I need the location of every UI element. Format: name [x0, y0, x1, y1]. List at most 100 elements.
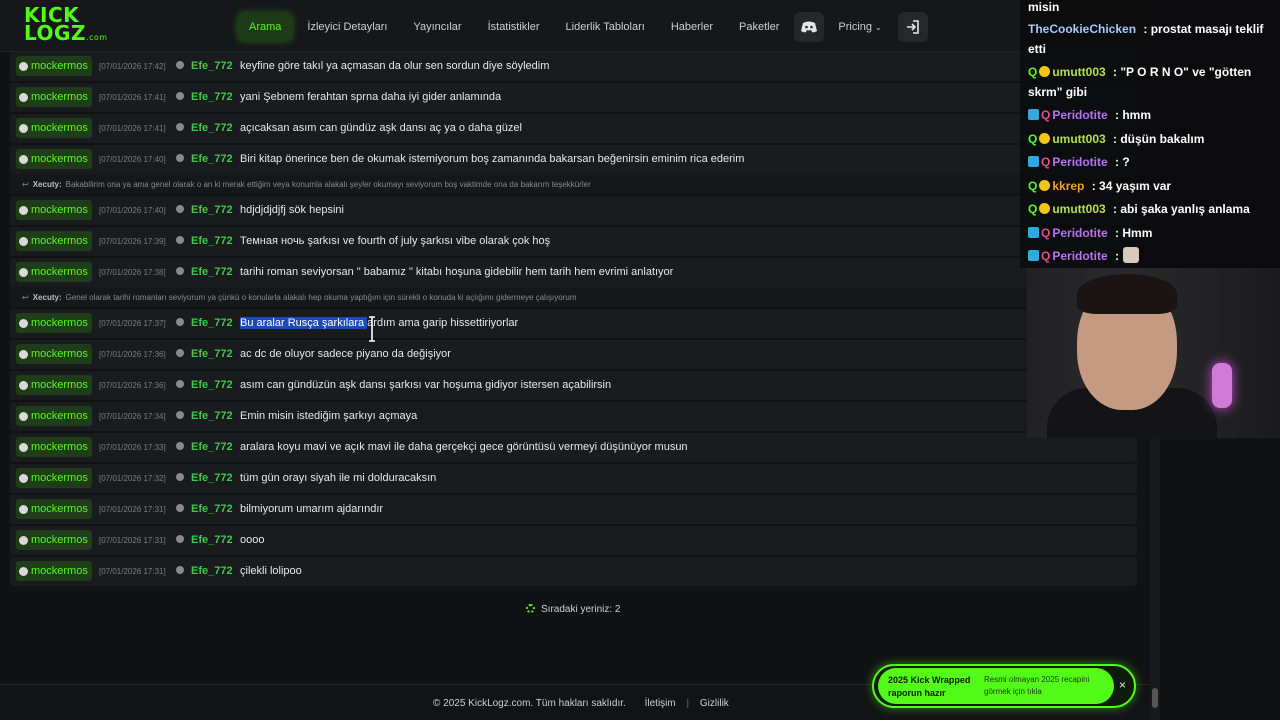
nav-search[interactable]: Arama: [238, 13, 293, 41]
discord-icon: [801, 21, 818, 33]
username[interactable]: Efe_772: [191, 503, 233, 515]
timestamp: [07/01/2026 17:40]: [99, 155, 166, 164]
user-avatar-icon: [176, 123, 184, 131]
channel-badge[interactable]: mockermos: [16, 87, 92, 107]
channel-avatar-icon: [19, 123, 28, 133]
reply-author: Xecuty:: [32, 179, 62, 189]
login-button[interactable]: [897, 12, 928, 42]
q-badge-icon: Q: [1028, 179, 1038, 193]
channel-badge[interactable]: mockermos: [16, 344, 92, 364]
nav-statistics[interactable]: İstatistikler: [477, 13, 551, 41]
message-row: mockermos [07/01/2026 17:31] Efe_772 çil…: [10, 557, 1137, 586]
username[interactable]: Efe_772: [191, 60, 233, 72]
channel-name: mockermos: [31, 266, 88, 278]
channel-badge[interactable]: mockermos: [16, 406, 92, 426]
reply-author: Xecuty:: [32, 292, 62, 302]
nav-news[interactable]: Haberler: [660, 13, 724, 41]
channel-badge[interactable]: mockermos: [16, 56, 92, 76]
timestamp: [07/01/2026 17:38]: [99, 268, 166, 277]
privacy-link[interactable]: Gizlilik: [700, 698, 729, 709]
timestamp: [07/01/2026 17:37]: [99, 319, 166, 328]
warning-badge-icon: [1039, 180, 1051, 191]
username[interactable]: Efe_772: [191, 204, 233, 216]
username[interactable]: Efe_772: [191, 441, 233, 453]
discord-button[interactable]: [794, 12, 825, 42]
message-text: Emin misin istediğim şarkıyı açmaya: [240, 410, 418, 422]
warning-badge-icon: [1039, 66, 1051, 77]
timestamp: [07/01/2026 17:42]: [99, 62, 166, 71]
channel-badge[interactable]: mockermos: [16, 530, 92, 550]
username[interactable]: Efe_772: [191, 472, 233, 484]
channel-badge[interactable]: mockermos: [16, 262, 92, 282]
channel-badge[interactable]: mockermos: [16, 375, 92, 395]
channel-avatar-icon: [19, 349, 28, 359]
message-row: mockermos [07/01/2026 17:39] Efe_772 Тем…: [10, 227, 1137, 256]
nav-leaderboards[interactable]: Liderlik Tabloları: [555, 13, 656, 41]
username[interactable]: Efe_772: [191, 379, 233, 391]
close-icon[interactable]: ×: [1119, 678, 1126, 692]
timestamp: [07/01/2026 17:36]: [99, 350, 166, 359]
channel-name: mockermos: [31, 410, 88, 422]
channel-avatar-icon: [19, 442, 28, 452]
channel-badge[interactable]: mockermos: [16, 118, 92, 138]
username[interactable]: Efe_772: [191, 348, 233, 360]
timestamp: [07/01/2026 17:41]: [99, 124, 166, 133]
username[interactable]: Efe_772: [191, 317, 233, 329]
channel-badge[interactable]: mockermos: [16, 437, 92, 457]
username[interactable]: Efe_772: [191, 565, 233, 577]
channel-name: mockermos: [31, 503, 88, 515]
q-badge-icon: Q: [1041, 155, 1051, 169]
toast-body[interactable]: 2025 Kick Wrapped raporun hazır Resmi ol…: [878, 668, 1114, 704]
kicklogz-logo[interactable]: KICK LOGZ.com: [24, 5, 107, 43]
timestamp: [07/01/2026 17:39]: [99, 237, 166, 246]
chat-text: : ?: [1111, 155, 1130, 169]
message-row: mockermos [07/01/2026 17:41] Efe_772 yan…: [10, 83, 1137, 112]
channel-badge[interactable]: mockermos: [16, 561, 92, 581]
warning-badge-icon: [1039, 203, 1051, 214]
message-text: tarihi roman seviyorsan " babamız " kita…: [240, 266, 674, 278]
username[interactable]: Efe_772: [191, 410, 233, 422]
channel-name: mockermos: [31, 204, 88, 216]
text-cursor-icon: [369, 316, 375, 342]
channel-avatar-icon: [19, 92, 28, 102]
nav-packages[interactable]: Paketler: [728, 13, 790, 41]
contact-link[interactable]: İletişim: [645, 698, 676, 709]
chat-text: misin: [1028, 0, 1060, 14]
nav-viewer-details[interactable]: İzleyici Detayları: [296, 13, 398, 41]
user-avatar-icon: [176, 61, 184, 69]
username[interactable]: Efe_772: [191, 534, 233, 546]
username[interactable]: Efe_772: [191, 91, 233, 103]
channel-badge[interactable]: mockermos: [16, 468, 92, 488]
channel-badge[interactable]: mockermos: [16, 149, 92, 169]
chat-line: misin: [1028, 0, 1059, 17]
user-avatar-icon: [176, 380, 184, 388]
username[interactable]: Efe_772: [191, 266, 233, 278]
warning-badge-icon: [1039, 133, 1051, 144]
username[interactable]: Efe_772: [191, 235, 233, 247]
username[interactable]: Efe_772: [191, 122, 233, 134]
chat-line: etti: [1028, 39, 1046, 59]
message-text: ac dc de oluyor sadece piyano da değişiy…: [240, 348, 451, 360]
channel-badge[interactable]: mockermos: [16, 200, 92, 220]
chat-line: Qumutt003 : düşün bakalım: [1028, 129, 1204, 149]
chat-username: umutt003: [1052, 202, 1106, 216]
message-text: aralara koyu mavi ve açık mavi ile daha …: [240, 441, 688, 453]
wrapped-toast[interactable]: 2025 Kick Wrapped raporun hazır Resmi ol…: [872, 664, 1136, 708]
loading-spinner-icon: [526, 604, 535, 613]
channel-name: mockermos: [31, 91, 88, 103]
pricing-dropdown[interactable]: Pricing ⌄: [838, 21, 881, 33]
username[interactable]: Efe_772: [191, 153, 233, 165]
timestamp: [07/01/2026 17:40]: [99, 206, 166, 215]
channel-badge[interactable]: mockermos: [16, 313, 92, 333]
channel-badge[interactable]: mockermos: [16, 499, 92, 519]
channel-name: mockermos: [31, 379, 88, 391]
channel-avatar-icon: [19, 267, 28, 277]
user-avatar-icon: [176, 92, 184, 100]
reply-row: ↩ Xecuty: Bakabilirim ona ya ama genel ola…: [10, 174, 1137, 194]
user-avatar-icon: [176, 154, 184, 162]
channel-badge[interactable]: mockermos: [16, 231, 92, 251]
chat-line: Qumutt003 : abi şaka yanlış anlama: [1028, 199, 1250, 219]
scrollbar-thumb[interactable]: [1152, 688, 1158, 708]
nav-streamers[interactable]: Yayıncılar: [402, 13, 472, 41]
channel-name: mockermos: [31, 317, 88, 329]
